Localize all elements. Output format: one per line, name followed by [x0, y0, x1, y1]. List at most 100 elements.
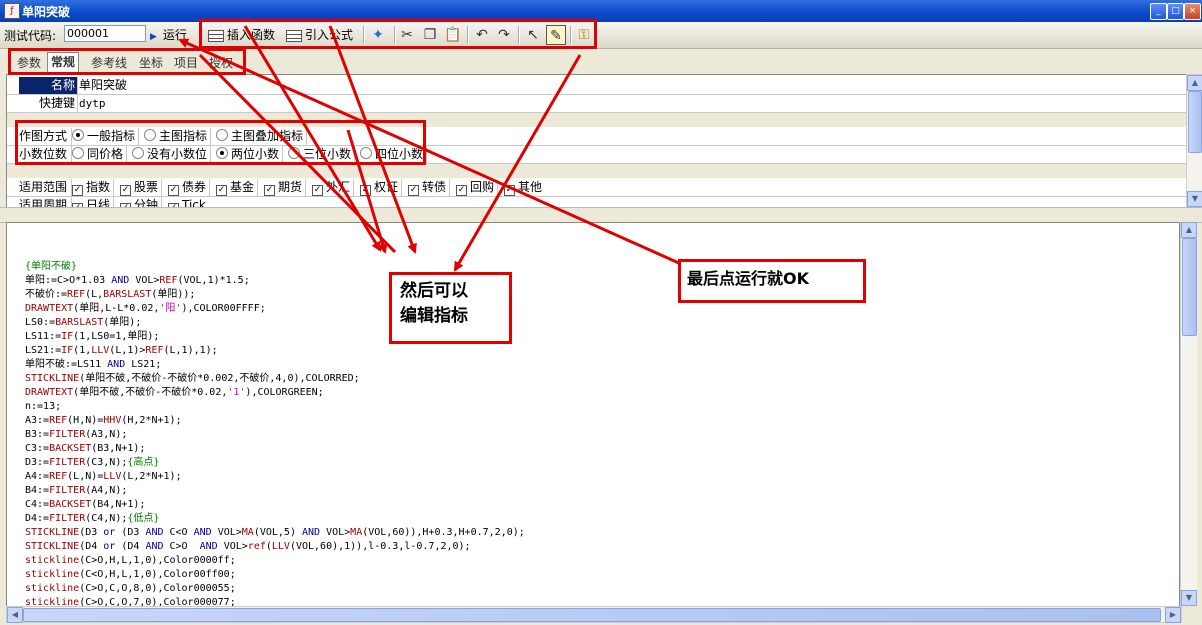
- code-line: LS21:=IF(1,LLV(L,1)>REF(L,1),1);: [25, 345, 218, 356]
- check-icon: ✓: [408, 185, 419, 196]
- code-line: 单阳:=C>O*1.03 AND VOL>REF(VOL,1)*1.5;: [25, 275, 250, 286]
- prop-key: 适用范围: [19, 179, 72, 196]
- prop-key: 小数位数: [19, 146, 72, 163]
- tab-reference-lines[interactable]: 参考线: [88, 54, 130, 72]
- draw-mode-option[interactable]: 一般指标: [69, 128, 140, 145]
- radio-icon: [216, 147, 228, 159]
- scope-checkbox[interactable]: ✓ 股票: [117, 179, 163, 196]
- code-line: LS0:=BARSLAST(单阳);: [25, 317, 142, 328]
- separator: [467, 26, 469, 44]
- code-line: stickline(C>O,C,O,8,0),Color000055;: [25, 583, 236, 594]
- code-line: STICKLINE(D3 or (D3 AND C<O AND VOL>MA(V…: [25, 527, 525, 538]
- import-formula-button[interactable]: 引入公式: [286, 25, 353, 45]
- radio-icon: [132, 147, 144, 159]
- cut-icon[interactable]: ✂: [397, 25, 417, 45]
- code-line: A3:=REF(H,N)=HHV(H,2*N+1);: [25, 415, 182, 426]
- toolbar: 测试代码: ▶ 运行 插入函数 引入公式 ✦ ✂ ❐ 📋 ↶ ↷ ↖ ✎ ⚿: [0, 22, 1202, 49]
- wizard-icon[interactable]: ✦: [368, 25, 388, 45]
- tab-bar: 参数 常规 参考线 坐标 项目 授权: [0, 50, 1202, 74]
- scope-checkbox[interactable]: ✓ 指数: [69, 179, 115, 196]
- check-icon: ✓: [264, 185, 275, 196]
- scroll-right-icon[interactable]: ▶: [1165, 607, 1181, 623]
- code-line: stickline(C<O,H,L,1,0),Color00ff00;: [25, 569, 236, 580]
- copy-icon[interactable]: ❐: [420, 25, 440, 45]
- test-code-input[interactable]: [64, 25, 146, 42]
- scroll-thumb[interactable]: [1182, 238, 1197, 336]
- editor-vertical-scrollbar[interactable]: ▲ ▼: [1180, 222, 1197, 606]
- code-line: n:=13;: [25, 401, 62, 412]
- scope-checkbox[interactable]: ✓ 债券: [165, 179, 211, 196]
- scope-checkbox[interactable]: ✓ 外汇: [309, 179, 355, 196]
- properties-scrollbar[interactable]: ▲ ▼: [1186, 74, 1202, 208]
- scroll-up-icon[interactable]: ▲: [1181, 222, 1197, 238]
- check-icon: ✓: [360, 185, 371, 196]
- code-line: STICKLINE(D4 or (D4 AND C>O AND VOL>ref(…: [25, 541, 471, 552]
- decimals-option[interactable]: 四位小数: [357, 146, 428, 163]
- formula-icon: ƒ: [4, 3, 20, 19]
- prop-row-name: 名称 单阳突破: [7, 77, 1187, 95]
- tab-general[interactable]: 常规: [47, 52, 80, 73]
- scroll-up-icon[interactable]: ▲: [1187, 75, 1202, 91]
- decimals-option[interactable]: 没有小数位: [129, 146, 212, 163]
- insert-function-label: 插入函数: [227, 28, 276, 42]
- callout-edit-indicator: 然后可以 编辑指标: [389, 272, 512, 344]
- separator: [200, 26, 202, 44]
- import-formula-label: 引入公式: [305, 28, 354, 42]
- scope-checkbox[interactable]: ✓ 基金: [213, 179, 259, 196]
- undo-icon[interactable]: ↶: [472, 25, 492, 45]
- code-line: C3:=BACKSET(B3,N+1);: [25, 443, 146, 454]
- paste-icon[interactable]: 📋: [443, 25, 463, 45]
- scope-checkbox[interactable]: ✓ 权证: [357, 179, 403, 196]
- draw-mode-option[interactable]: 主图叠加指标: [213, 128, 308, 145]
- redo-icon[interactable]: ↷: [494, 25, 514, 45]
- prop-row-decimals: 小数位数 同价格 没有小数位 两位小数 三位小数 四位小数: [7, 146, 1187, 164]
- group-spacer: [7, 164, 1187, 178]
- maximize-button[interactable]: □: [1167, 3, 1184, 20]
- code-editor[interactable]: {单阳不破} 单阳:=C>O*1.03 AND VOL>REF(VOL,1)*1.…: [6, 222, 1180, 608]
- tab-items[interactable]: 项目: [171, 54, 201, 72]
- indicator-name-field[interactable]: 单阳突破: [79, 77, 127, 94]
- scope-checkbox[interactable]: ✓ 回购: [453, 179, 499, 196]
- scope-checkbox[interactable]: ✓ 其他: [501, 179, 545, 196]
- splitter[interactable]: [0, 207, 1202, 223]
- decimals-option[interactable]: 两位小数: [213, 146, 284, 163]
- window-title: 单阳突破: [22, 5, 71, 19]
- prop-key: 作图方式: [19, 128, 72, 145]
- decimals-option[interactable]: 同价格: [69, 146, 128, 163]
- scroll-left-icon[interactable]: ◀: [7, 607, 23, 623]
- radio-icon: [144, 129, 156, 141]
- scope-checkbox[interactable]: ✓ 期货: [261, 179, 307, 196]
- pointer-icon[interactable]: ↖: [523, 25, 543, 45]
- shortcut-field[interactable]: dytp: [79, 95, 106, 112]
- scroll-down-icon[interactable]: ▼: [1187, 191, 1202, 207]
- editor-horizontal-scrollbar[interactable]: ◀ ▶: [6, 606, 1182, 623]
- scope-checkbox[interactable]: ✓ 转债: [405, 179, 451, 196]
- separator: [518, 26, 520, 44]
- radio-icon: [360, 147, 372, 159]
- scroll-down-icon[interactable]: ▼: [1181, 590, 1197, 606]
- tab-params[interactable]: 参数: [14, 54, 44, 72]
- settings-doc-icon[interactable]: ✎: [546, 25, 566, 45]
- decimals-option[interactable]: 三位小数: [285, 146, 356, 163]
- run-button[interactable]: ▶ 运行: [150, 25, 187, 45]
- code-line: stickline(C>O,H,L,1,0),Color0000ff;: [25, 555, 236, 566]
- tab-authorization[interactable]: 授权: [206, 54, 236, 72]
- play-icon: ▶: [150, 32, 157, 42]
- prop-key: 快捷键: [19, 95, 78, 112]
- insert-function-button[interactable]: 插入函数: [208, 25, 275, 45]
- draw-mode-option[interactable]: 主图指标: [141, 128, 212, 145]
- check-icon: ✓: [72, 185, 83, 196]
- formula-list-icon: [286, 29, 302, 42]
- check-icon: ✓: [168, 185, 179, 196]
- test-code-label: 测试代码:: [4, 29, 57, 43]
- tab-axis[interactable]: 坐标: [136, 54, 166, 72]
- check-icon: ✓: [504, 185, 515, 196]
- lock-icon[interactable]: ⚿: [574, 25, 594, 45]
- scroll-thumb[interactable]: [1188, 91, 1202, 153]
- separator: [570, 26, 572, 44]
- close-button[interactable]: ×: [1184, 3, 1201, 20]
- scroll-thumb[interactable]: [23, 608, 1161, 622]
- minimize-button[interactable]: _: [1150, 3, 1167, 20]
- code-line: B3:=FILTER(A3,N);: [25, 429, 128, 440]
- radio-icon: [72, 129, 84, 141]
